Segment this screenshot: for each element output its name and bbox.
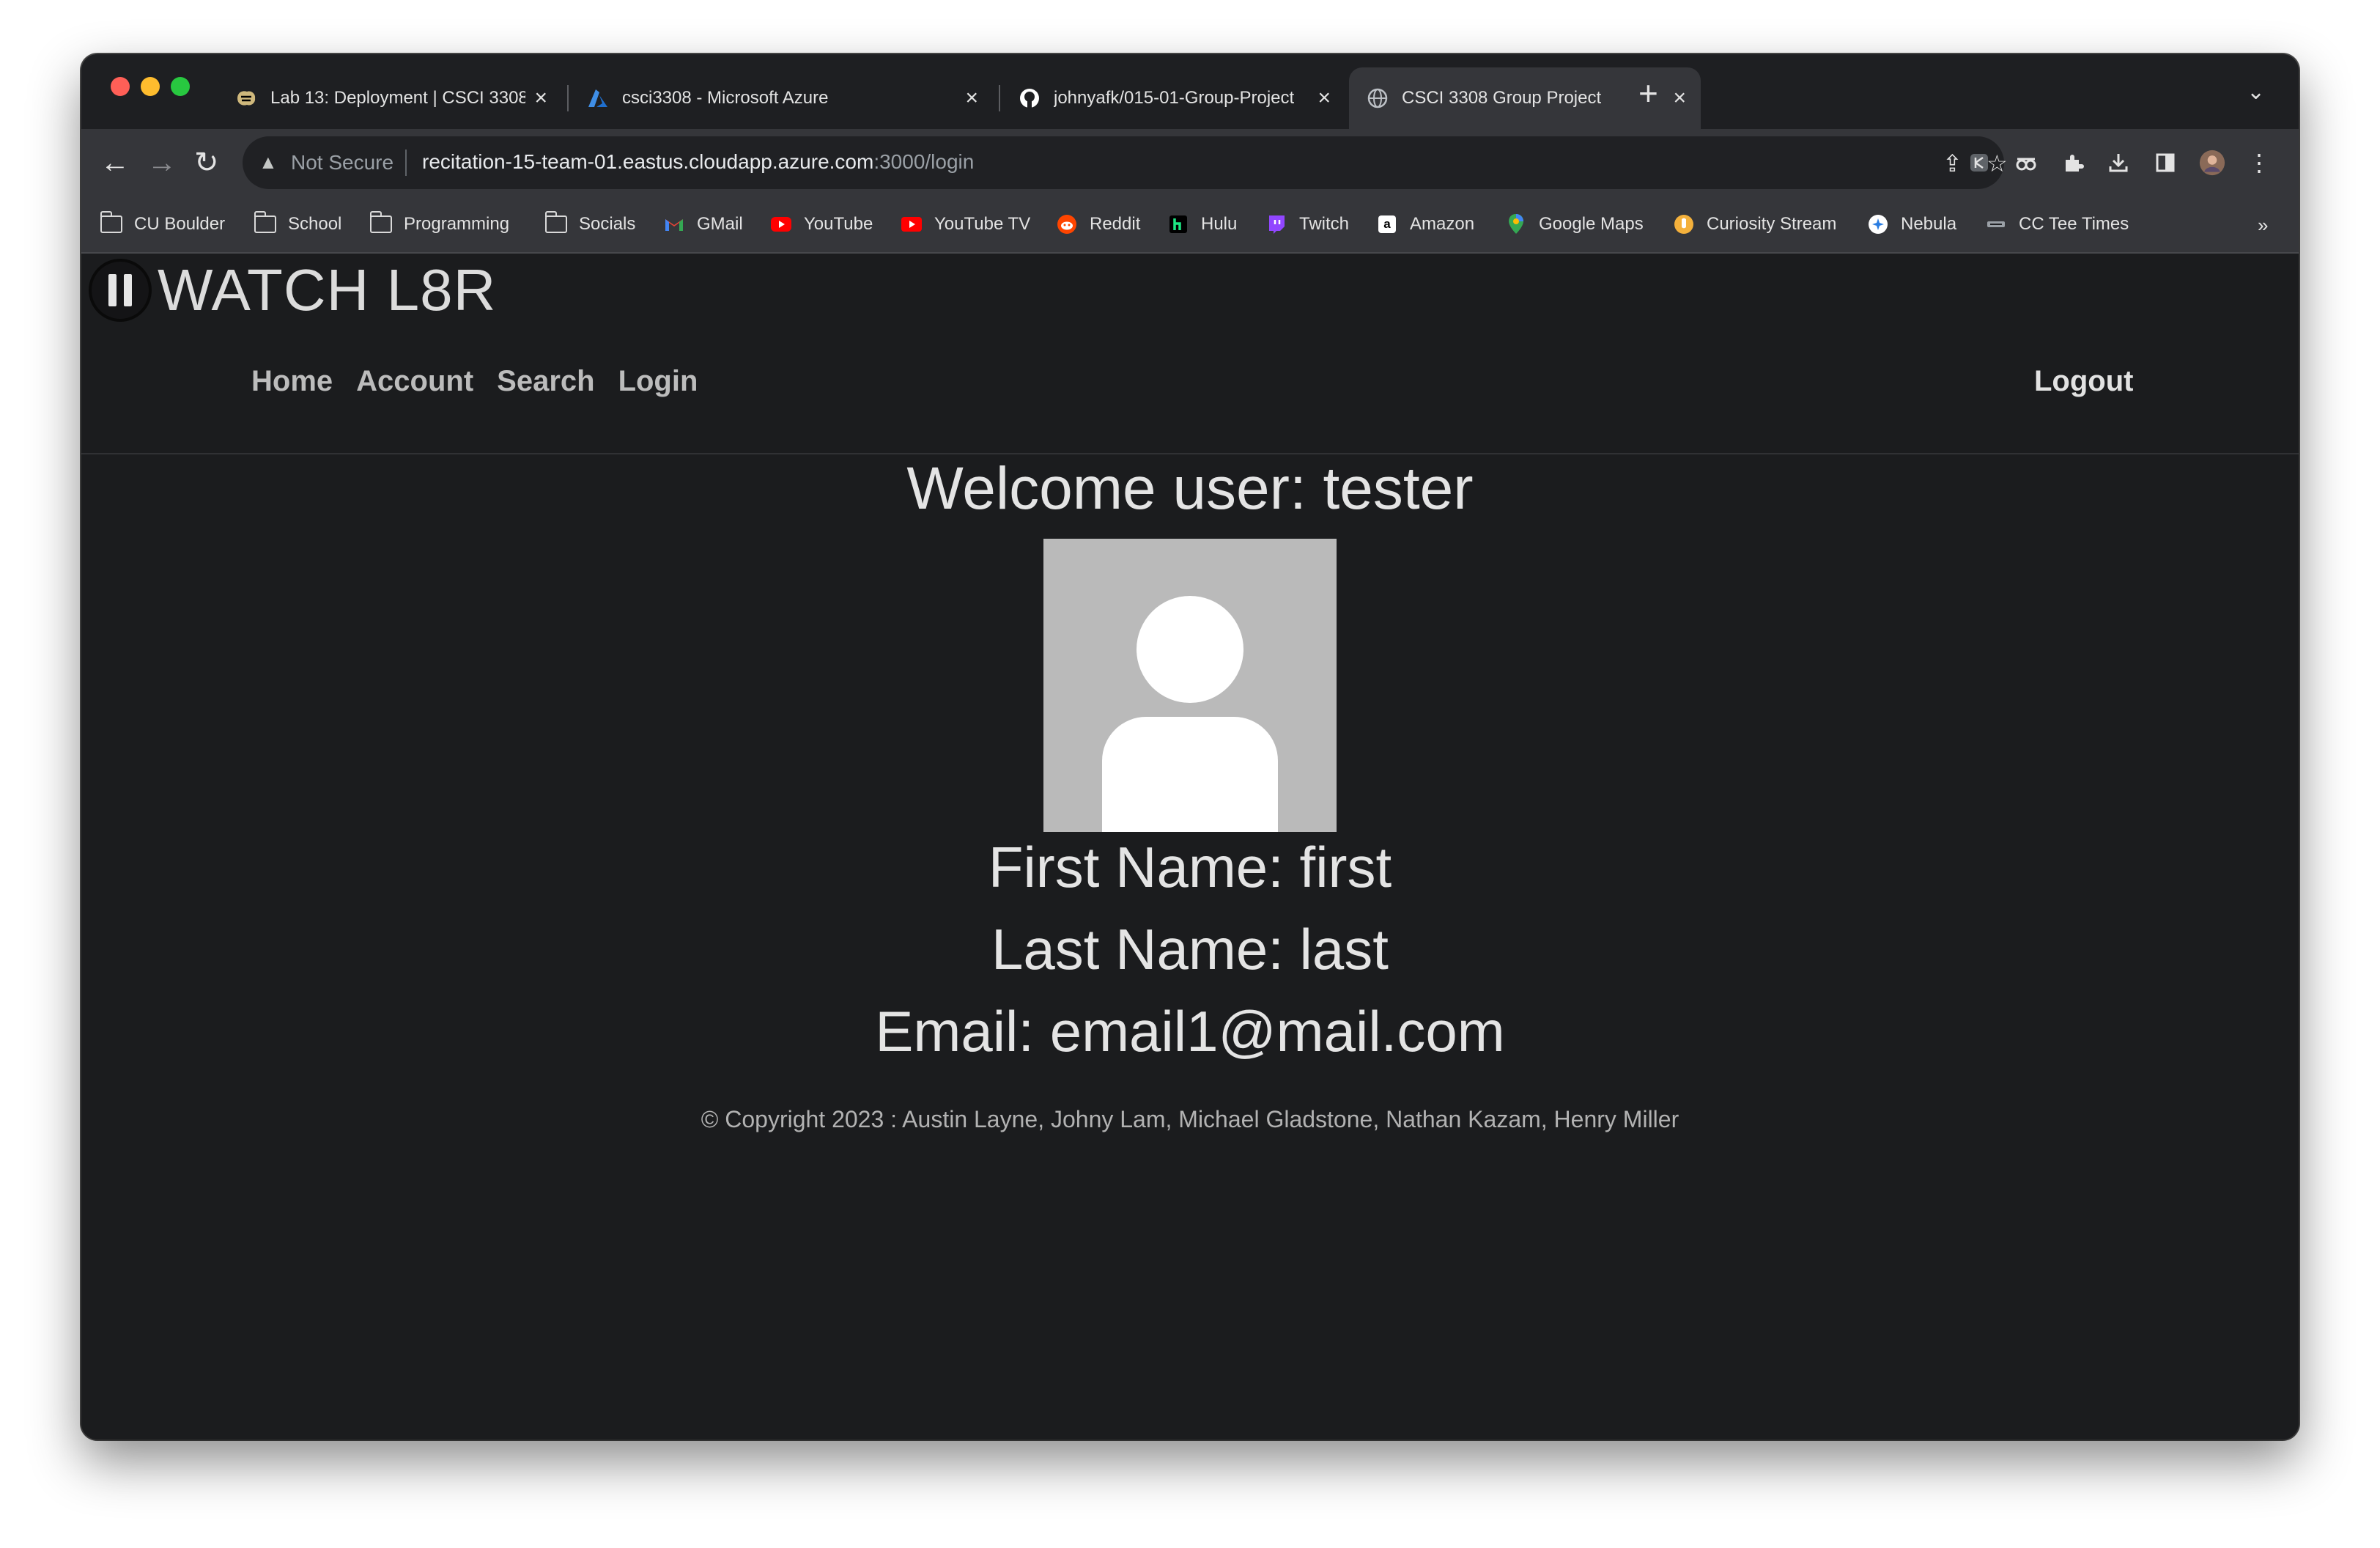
bookmark-school[interactable]: School [254, 211, 341, 235]
bookmark-google-maps[interactable]: Google Maps [1505, 214, 1644, 235]
youtube-tv-icon [901, 215, 923, 234]
extension-icon[interactable] [1966, 150, 1992, 176]
site-brand[interactable]: WATCH L8R [89, 257, 496, 324]
zoom-window-button[interactable] [171, 77, 190, 96]
email-text: Email: email1@mail.com [875, 999, 1505, 1064]
hulu-icon [1167, 215, 1189, 234]
nav-home-link[interactable]: Home [251, 365, 333, 398]
folder-icon [544, 211, 567, 234]
amazon-icon: a [1376, 215, 1398, 234]
bookmark-twitch[interactable]: Twitch [1265, 214, 1349, 235]
close-tab-icon[interactable]: × [1673, 87, 1686, 109]
bookmark-reddit[interactable]: Reddit [1056, 214, 1140, 235]
folder-icon [369, 211, 392, 234]
bookmarks-bar: CU Boulder School Programming Socials GM… [81, 201, 2299, 254]
close-window-button[interactable] [111, 77, 130, 96]
pause-logo-icon [89, 259, 152, 322]
cu-buffalo-icon [235, 87, 257, 109]
side-panel-icon[interactable] [2152, 150, 2178, 176]
github-icon [1019, 87, 1041, 109]
tab-strip: Lab 13: Deployment | CSCI 3308 × csci330… [81, 54, 2299, 129]
puzzle-extensions-icon[interactable] [2060, 150, 2086, 176]
bookmark-programming[interactable]: Programming [369, 211, 509, 235]
spy-glasses-extension-icon[interactable] [2013, 150, 2039, 176]
reddit-icon [1056, 215, 1078, 234]
azure-icon [587, 87, 609, 109]
last-name-text: Last Name: last [991, 917, 1389, 981]
bookmark-socials[interactable]: Socials [544, 211, 635, 235]
logout-link[interactable]: Logout [2034, 365, 2134, 398]
nav-search-link[interactable]: Search [497, 365, 594, 398]
curiosity-stream-icon [1673, 215, 1695, 234]
twitch-icon [1265, 215, 1287, 234]
bookmark-hulu[interactable]: Hulu [1167, 214, 1237, 235]
web-page: WATCH L8R Home Account Search Login Logo… [81, 254, 2299, 1440]
folder-icon [100, 211, 122, 234]
bookmark-gmail[interactable]: GMail [663, 214, 743, 235]
forward-button[interactable]: → [147, 148, 177, 177]
tab-search-chevron-icon[interactable]: ⌄ [2247, 79, 2265, 105]
security-label[interactable]: Not Secure [291, 151, 393, 174]
address-bar[interactable]: ▲ Not Secure recitation-15-team-01.eastu… [243, 136, 2008, 189]
main-nav: Home Account Search Login [251, 365, 721, 398]
first-name-text: First Name: first [988, 835, 1392, 899]
minimize-window-button[interactable] [141, 77, 160, 96]
bookmark-youtube[interactable]: YouTube [770, 214, 873, 235]
close-tab-icon[interactable]: × [1318, 87, 1331, 109]
svg-text:a: a [1383, 217, 1391, 231]
youtube-icon [770, 215, 792, 234]
browser-toolbar: ← → ↻ ▲ Not Secure recitation-15-team-01… [81, 129, 2299, 201]
bookmark-curiosity-stream[interactable]: Curiosity Stream [1673, 214, 1836, 235]
cc-tee-times-icon [1985, 215, 2007, 234]
avatar-body-icon [1102, 717, 1278, 832]
close-tab-icon[interactable]: × [965, 87, 978, 109]
url-text[interactable]: recitation-15-team-01.eastus.cloudapp.az… [422, 150, 974, 174]
reload-button[interactable]: ↻ [194, 148, 219, 177]
avatar-profile-icon[interactable] [2199, 150, 2225, 176]
browser-window: Lab 13: Deployment | CSCI 3308 × csci330… [81, 54, 2299, 1440]
tab-azure[interactable]: csci3308 - Microsoft Azure × [569, 67, 993, 129]
bookmark-cu-boulder[interactable]: CU Boulder [100, 211, 225, 235]
nav-login-link[interactable]: Login [618, 365, 698, 398]
bookmarks-overflow-button[interactable]: » [2258, 214, 2268, 237]
bookmark-nebula[interactable]: Nebula [1867, 214, 1956, 235]
nebula-icon [1867, 215, 1889, 234]
footer-copyright: © Copyright 2023 : Austin Layne, Johny L… [701, 1106, 1679, 1132]
avatar-head-icon [1137, 596, 1243, 703]
globe-icon [1367, 87, 1389, 109]
bookmark-cc-tee-times[interactable]: CC Tee Times [1985, 214, 2129, 235]
download-icon[interactable] [2105, 150, 2132, 176]
default-avatar-image [1043, 539, 1337, 832]
bookmark-amazon[interactable]: a Amazon [1376, 214, 1474, 235]
share-icon[interactable]: ⇪ [1943, 150, 1962, 177]
bookmark-youtube-tv[interactable]: YouTube TV [901, 214, 1030, 235]
warning-triangle-icon: ▲ [259, 151, 278, 173]
back-button[interactable]: ← [100, 148, 130, 177]
browser-menu-icon[interactable]: ⋮ [2246, 150, 2272, 176]
new-tab-button[interactable]: + [1638, 76, 1658, 110]
site-title: WATCH L8R [158, 257, 497, 322]
tab-lab13[interactable]: Lab 13: Deployment | CSCI 3308 × [218, 67, 562, 129]
google-maps-icon [1505, 214, 1527, 234]
nav-account-link[interactable]: Account [356, 365, 473, 398]
gmail-icon [663, 215, 685, 234]
folder-icon [254, 211, 276, 234]
tab-github[interactable]: johnyafk/015-01-Group-Project × [1001, 67, 1345, 129]
close-tab-icon[interactable]: × [534, 87, 547, 109]
welcome-heading: Welcome user: tester [906, 455, 1474, 522]
